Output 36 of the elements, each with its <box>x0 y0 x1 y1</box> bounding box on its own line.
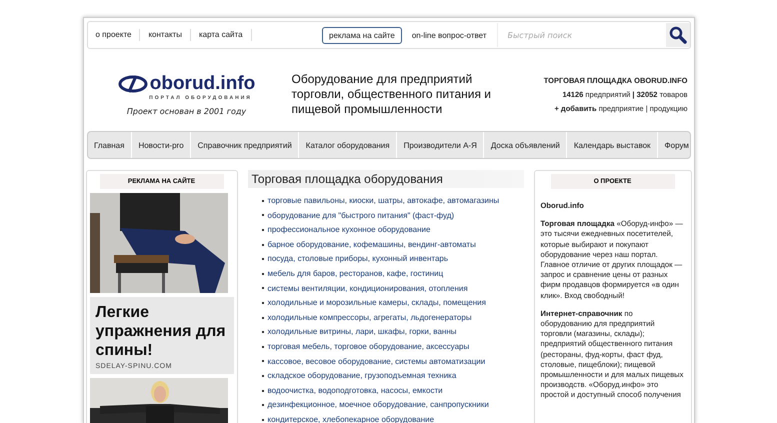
catalog-link[interactable]: системы вентиляции, кондиционирования, отопления <box>248 282 524 296</box>
nav-item[interactable]: Календарь выставок <box>567 132 658 158</box>
top-link[interactable]: контакты <box>140 29 191 41</box>
catalog-link[interactable]: торговые павильоны, киоски, шатры, автокафе, автомагазины <box>248 194 524 209</box>
catalog-link[interactable]: кассовое, весовое оборудование, системы автоматизации <box>248 354 524 370</box>
catalog-link[interactable]: холодильные компрессоры, агрегаты, льдогенераторы <box>248 310 524 326</box>
logo-text: oborud.info <box>150 72 256 94</box>
headline: Оборудование для предприятий торговли, общественного питания и пищевой промышленности <box>292 72 492 116</box>
catalog-link[interactable]: холодильные витрины, лари, шкафы, горки, ванны <box>248 325 524 340</box>
catalog-title: Торговая площадка оборудования <box>248 170 524 188</box>
nav-item[interactable]: Доска объявлений <box>484 132 568 158</box>
nav-item[interactable]: Справочник предприятий <box>191 132 300 158</box>
nav-item[interactable]: Новости-pro <box>132 132 192 158</box>
catalog-link[interactable]: барное оборудование, кофемашины, вендинг-автоматы <box>248 238 524 252</box>
qa-link[interactable]: on-line вопрос-ответ <box>402 30 496 40</box>
top-link[interactable]: о проекте <box>88 29 140 41</box>
nav-item[interactable]: Производители А-Я <box>397 132 484 158</box>
catalog-link[interactable]: посуда, столовые приборы, кухонный инвентарь <box>248 252 524 267</box>
catalog-link[interactable]: дезинфекционное, моечное оборудование, санпропускники <box>248 398 524 413</box>
catalog-link[interactable]: складское оборудование, грузоподъемная техника <box>248 369 524 384</box>
catalog-link[interactable]: профессиональное кухонное оборудование <box>248 223 524 238</box>
ad-title: Легкие упражнения для спины! <box>96 303 227 360</box>
nav-item[interactable]: Форум <box>658 132 694 158</box>
catalog-link[interactable]: мебель для баров, ресторанов, кафе, гостиниц <box>248 266 524 282</box>
catalog-link[interactable]: водоочистка, водоподготовка, насосы, емкости <box>248 384 524 398</box>
top-link[interactable]: карта сайта <box>190 29 252 41</box>
nav-item[interactable]: Каталог оборудования <box>299 132 398 158</box>
search-icon <box>668 26 686 44</box>
catalog-link[interactable]: холодильные и морозильные камеры, склады, помещения <box>248 296 524 311</box>
advertising-button[interactable]: реклама на сайте <box>322 26 402 44</box>
search-button[interactable] <box>666 23 690 47</box>
logo-icon <box>118 74 148 92</box>
catalog-link[interactable]: торговая мебель, торговое оборудование, аксессуары <box>248 340 524 355</box>
founded-text: Проект основан в 2001 году <box>126 106 246 116</box>
nav-item[interactable]: Главная <box>88 132 132 158</box>
catalog-link[interactable]: оборудование для "быстрого питания" (фаст-фуд) <box>248 208 524 224</box>
